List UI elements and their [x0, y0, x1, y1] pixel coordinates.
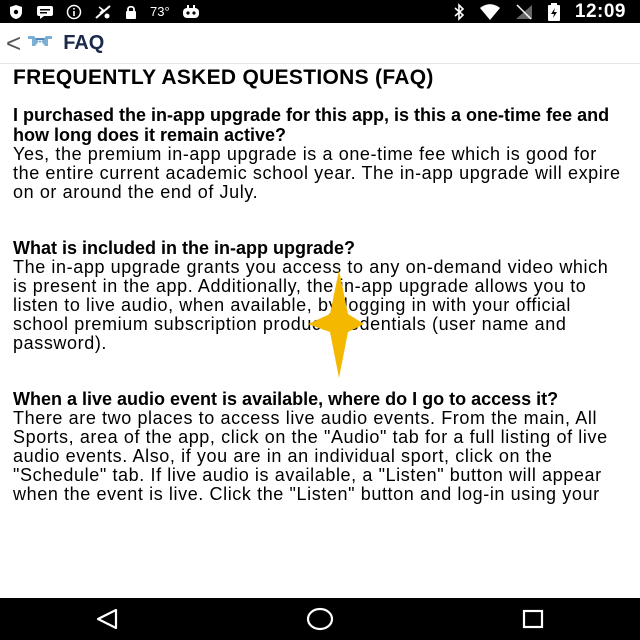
faq-item: When a live audio event is available, wh… [13, 389, 625, 504]
bluetooth-icon [453, 2, 465, 21]
game-icon [182, 4, 200, 19]
clock-text: 12:09 [574, 0, 626, 22]
square-recents-icon[interactable] [520, 606, 546, 632]
lock-icon [124, 4, 138, 20]
info-icon [66, 4, 82, 20]
back-nav-button[interactable] [77, 598, 137, 640]
recents-nav-button[interactable] [503, 598, 563, 640]
triangle-back-icon[interactable] [94, 606, 120, 632]
star-cursor-icon [306, 268, 366, 380]
wifi-icon [479, 3, 501, 20]
status-right: 12:09 [453, 1, 640, 23]
signal-icon [515, 3, 533, 20]
chevron-left-icon[interactable]: < [6, 30, 21, 56]
sports-icon [94, 4, 112, 20]
shield-icon [8, 4, 24, 20]
faq-answer: There are two places to access live audi… [13, 408, 608, 505]
circle-home-icon[interactable] [305, 606, 335, 632]
navigation-bar [0, 598, 640, 640]
faq-question: I purchased the in-app upgrade for this … [13, 105, 610, 146]
message-icon [36, 5, 54, 19]
home-nav-button[interactable] [290, 598, 350, 640]
back-button[interactable]: < FAQ [0, 30, 104, 56]
faq-heading: FREQUENTLY ASKED QUESTIONS (FAQ) [13, 66, 434, 89]
battery-icon [547, 2, 561, 21]
faq-answer: Yes, the premium in-app upgrade is a one… [13, 144, 621, 203]
page-title: FAQ [63, 31, 105, 54]
team-logo-icon [27, 33, 53, 54]
app-bar: < FAQ [0, 23, 640, 64]
status-bar: 73° 12:09 [0, 0, 640, 23]
status-left: 73° [0, 4, 200, 20]
faq-question: When a live audio event is available, wh… [13, 389, 559, 410]
faq-question: What is included in the in-app upgrade? [13, 238, 355, 259]
temperature-text: 73° [150, 4, 170, 19]
faq-item: I purchased the in-app upgrade for this … [13, 105, 625, 202]
